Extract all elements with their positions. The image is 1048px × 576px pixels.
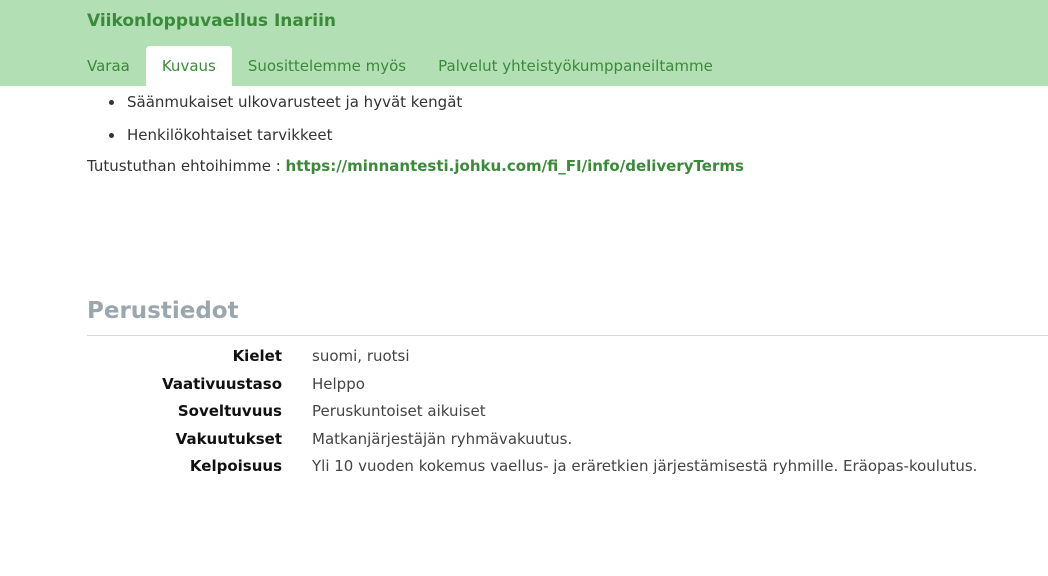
list-item: Henkilökohtaiset tarvikkeet (107, 125, 462, 158)
info-label: Soveltuvuus (177, 402, 282, 421)
info-row-suitability: Soveltuvuus Peruskuntoiset aikuiset (87, 400, 987, 428)
info-label: Vakuutukset (175, 429, 282, 448)
basic-info-list: Kielet suomi, ruotsi Vaativuustaso Helpp… (87, 345, 987, 483)
info-row-insurance: Vakuutukset Matkanjärjestäjän ryhmävakuu… (87, 428, 987, 456)
info-label: Vaativuustaso (162, 374, 282, 393)
divider (87, 335, 1048, 336)
bullet-icon (109, 133, 114, 138)
header-bar: Viikonloppuvaellus Inariin Varaa Kuvaus … (0, 0, 1048, 86)
tab-palvelut[interactable]: Palvelut yhteistyökumppaneiltamme (422, 46, 729, 86)
info-value: suomi, ruotsi (312, 347, 410, 365)
tab-bar: Varaa Kuvaus Suosittelemme myös Palvelut… (71, 46, 729, 86)
requirements-list: Säänmukaiset ulkovarusteet ja hyvät keng… (107, 92, 462, 158)
tab-kuvaus[interactable]: Kuvaus (145, 46, 232, 86)
info-row-languages: Kielet suomi, ruotsi (87, 345, 987, 373)
info-label: Kelpoisuus (189, 457, 282, 476)
list-item-text: Säänmukaiset ulkovarusteet ja hyvät keng… (127, 93, 463, 111)
info-value: Helppo (312, 374, 365, 393)
info-row-qualification: Kelpoisuus Yli 10 vuoden kokemus vaellus… (87, 455, 987, 483)
section-title-perustiedot: Perustiedot (87, 298, 239, 324)
terms-line: Tutustuthan ehtoihimme : https://minnant… (87, 157, 744, 175)
site-title[interactable]: Viikonloppuvaellus Inariin (87, 11, 336, 31)
bullet-icon (109, 100, 114, 105)
tab-varaa[interactable]: Varaa (71, 46, 146, 86)
tab-suosittelemme[interactable]: Suosittelemme myös (232, 46, 422, 86)
terms-prefix: Tutustuthan ehtoihimme : (87, 157, 286, 175)
terms-link[interactable]: https://minnantesti.johku.com/fi_FI/info… (286, 157, 744, 175)
info-value: Peruskuntoiset aikuiset (312, 402, 486, 421)
info-value: Matkanjärjestäjän ryhmävakuutus. (312, 429, 573, 448)
list-item-text: Henkilökohtaiset tarvikkeet (127, 126, 333, 144)
info-row-difficulty: Vaativuustaso Helppo (87, 373, 987, 401)
info-value: Yli 10 vuoden kokemus vaellus- ja eräret… (312, 457, 978, 476)
list-item: Säänmukaiset ulkovarusteet ja hyvät keng… (107, 92, 462, 125)
info-label: Kielet (232, 347, 282, 365)
